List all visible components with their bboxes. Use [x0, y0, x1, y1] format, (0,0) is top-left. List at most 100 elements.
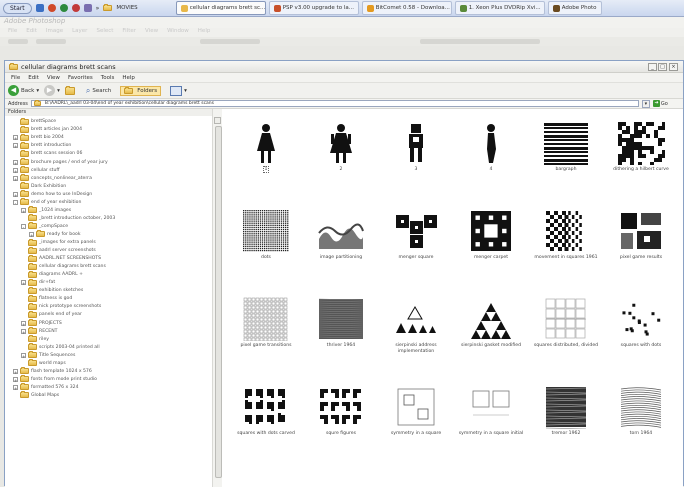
file-item[interactable]: tremor 1962: [528, 379, 604, 449]
file-item[interactable]: dots: [228, 203, 304, 273]
address-input[interactable]: B:\AADRL\_aadrl 03-04\end of year exhibi…: [30, 100, 639, 107]
file-item[interactable]: sierpinski gasket modified: [453, 291, 529, 361]
tree-item[interactable]: AADRL.NET SCREENSHOTS: [21, 254, 101, 263]
tree-item[interactable]: + demo how to use InDesign: [13, 190, 92, 198]
expand-icon[interactable]: +: [29, 231, 34, 238]
desktop-icon[interactable]: [35, 4, 44, 12]
forward-button[interactable]: ▶ ▾: [44, 85, 60, 96]
tree-item[interactable]: exhibition sketches: [21, 286, 83, 295]
tree-item[interactable]: aadrl server screenshots: [21, 246, 96, 255]
file-item[interactable]: 3: [378, 115, 454, 185]
tree-item[interactable]: Dark Exhibition: [13, 182, 66, 190]
tree-item[interactable]: + RECENT: [21, 327, 57, 335]
tree-item[interactable]: _images for extra panels: [21, 238, 96, 247]
up-folder-button[interactable]: [64, 85, 77, 95]
minimize-icon[interactable]: _: [648, 63, 657, 71]
tree-item[interactable]: cellular diagrams brett scans: [21, 262, 106, 271]
file-item[interactable]: 2: [303, 115, 379, 185]
tree-item[interactable]: + flash template 1024 x 576: [13, 367, 92, 376]
tree-item[interactable]: scripts 2003-04 printed all: [21, 343, 100, 351]
file-item[interactable]: squares with dots: [603, 291, 679, 361]
expand-icon[interactable]: +: [21, 328, 26, 335]
search-button[interactable]: ⌕ Search: [82, 84, 115, 98]
tree-item[interactable]: flatness is god: [21, 294, 72, 303]
maximize-icon[interactable]: □: [658, 63, 667, 71]
file-item[interactable]: image partitioning: [303, 203, 379, 273]
file-item[interactable]: movement in squares 1961: [528, 203, 604, 273]
file-item[interactable]: 4: [453, 115, 529, 185]
file-item[interactable]: thriver 1964: [303, 291, 379, 361]
go-button[interactable]: ➜ Go: [652, 100, 668, 107]
file-item[interactable]: dithering a hilbert curve: [603, 115, 679, 185]
tree-item[interactable]: + ready for book: [29, 230, 81, 239]
expand-icon[interactable]: +: [21, 207, 26, 214]
menu-item-file[interactable]: File: [11, 75, 20, 81]
quick-folder-movies[interactable]: MOVIES: [103, 4, 138, 11]
file-item[interactable]: torn 1964: [603, 379, 679, 449]
tree-item[interactable]: brett articles jan 2004: [13, 125, 82, 134]
tree-item[interactable]: brett scans session 06: [13, 149, 82, 158]
tree-item[interactable]: brettSpace: [13, 117, 56, 126]
tree-item[interactable]: + PROJECTS: [21, 319, 62, 327]
taskbar-button[interactable]: BitComet 0.58 - Downloa...: [361, 1, 452, 15]
folders-button[interactable]: Folders: [120, 85, 162, 96]
tree-item[interactable]: - end of year exhibition: [13, 198, 81, 207]
tree-item[interactable]: - _compSpace: [21, 222, 68, 231]
tree-item[interactable]: + Title Sequences: [21, 351, 75, 359]
back-button[interactable]: ◀ Back ▾: [8, 85, 39, 96]
file-item[interactable]: menger carpet: [453, 203, 529, 273]
tree-item[interactable]: diagrams AADRL +: [21, 270, 83, 279]
file-item[interactable]: symmetry in a square initial: [453, 379, 529, 449]
tree-item[interactable]: + brochure pages / end of year jury: [13, 158, 108, 166]
expand-icon[interactable]: +: [13, 368, 18, 375]
window-titlebar[interactable]: cellular diagrams brett scans _ □ ×: [5, 61, 683, 73]
expand-icon[interactable]: +: [13, 143, 18, 149]
expand-icon[interactable]: +: [21, 280, 26, 286]
taskbar-button[interactable]: PSP v3.00 upgrade to la...: [268, 1, 359, 15]
tree-item[interactable]: riley: [21, 335, 49, 343]
tree-item[interactable]: Global Maps: [13, 391, 59, 400]
file-item[interactable]: squre figures: [303, 379, 379, 449]
expand-icon[interactable]: +: [13, 384, 18, 391]
collapse-icon[interactable]: -: [13, 199, 18, 206]
app-icon[interactable]: [71, 4, 80, 12]
expand-icon[interactable]: +: [21, 320, 26, 327]
media-player-icon[interactable]: [59, 4, 68, 12]
tree-item[interactable]: + dir+fat: [21, 278, 55, 287]
tree-item[interactable]: + brett bio 2004: [13, 133, 64, 142]
tree-item[interactable]: + brett introduction: [13, 141, 71, 150]
tree-item[interactable]: + cellular stuff: [13, 166, 60, 174]
views-button[interactable]: ▾: [166, 84, 191, 98]
browser-icon[interactable]: [47, 4, 56, 12]
tree-item[interactable]: + fonts from mode print studio: [13, 375, 97, 384]
scrollbar-thumb[interactable]: [215, 126, 222, 478]
tree-item[interactable]: + formatted 576 x 324: [13, 383, 79, 392]
expand-icon[interactable]: +: [13, 159, 18, 166]
taskbar-button[interactable]: cellular diagrams brett sc...: [175, 1, 266, 15]
tool-icon[interactable]: [83, 4, 92, 12]
file-item[interactable]: symmetry in a square: [378, 379, 454, 449]
start-button[interactable]: Start: [3, 2, 32, 14]
expand-icon[interactable]: +: [13, 135, 18, 141]
expand-icon[interactable]: +: [13, 376, 18, 383]
file-item[interactable]: pixel game results: [603, 203, 679, 273]
close-icon[interactable]: ×: [669, 63, 678, 71]
file-item[interactable]: 1: [228, 115, 304, 185]
scroll-up-icon[interactable]: [214, 117, 221, 124]
address-dropdown-icon[interactable]: ▾: [641, 99, 650, 108]
expand-icon[interactable]: +: [13, 191, 18, 198]
expand-icon[interactable]: +: [21, 352, 26, 359]
file-item[interactable]: pixel game transitions: [228, 291, 304, 361]
more-chevron-icon[interactable]: »: [96, 5, 100, 12]
file-item[interactable]: squares distributed, divided: [528, 291, 604, 361]
menu-item-view[interactable]: View: [47, 75, 60, 81]
tree-item[interactable]: nick prototype screenshots: [21, 302, 101, 311]
tree-item[interactable]: panels end of year: [21, 310, 82, 319]
file-item[interactable]: menger square: [378, 203, 454, 273]
menu-item-edit[interactable]: Edit: [28, 75, 39, 81]
menu-item-favorites[interactable]: Favorites: [68, 75, 93, 81]
file-item[interactable]: bargraph: [528, 115, 604, 185]
file-item[interactable]: squares with dots carved: [228, 379, 304, 449]
menu-item-tools[interactable]: Tools: [101, 75, 115, 81]
tree-item[interactable]: _brett introduction october, 2003: [21, 214, 115, 223]
